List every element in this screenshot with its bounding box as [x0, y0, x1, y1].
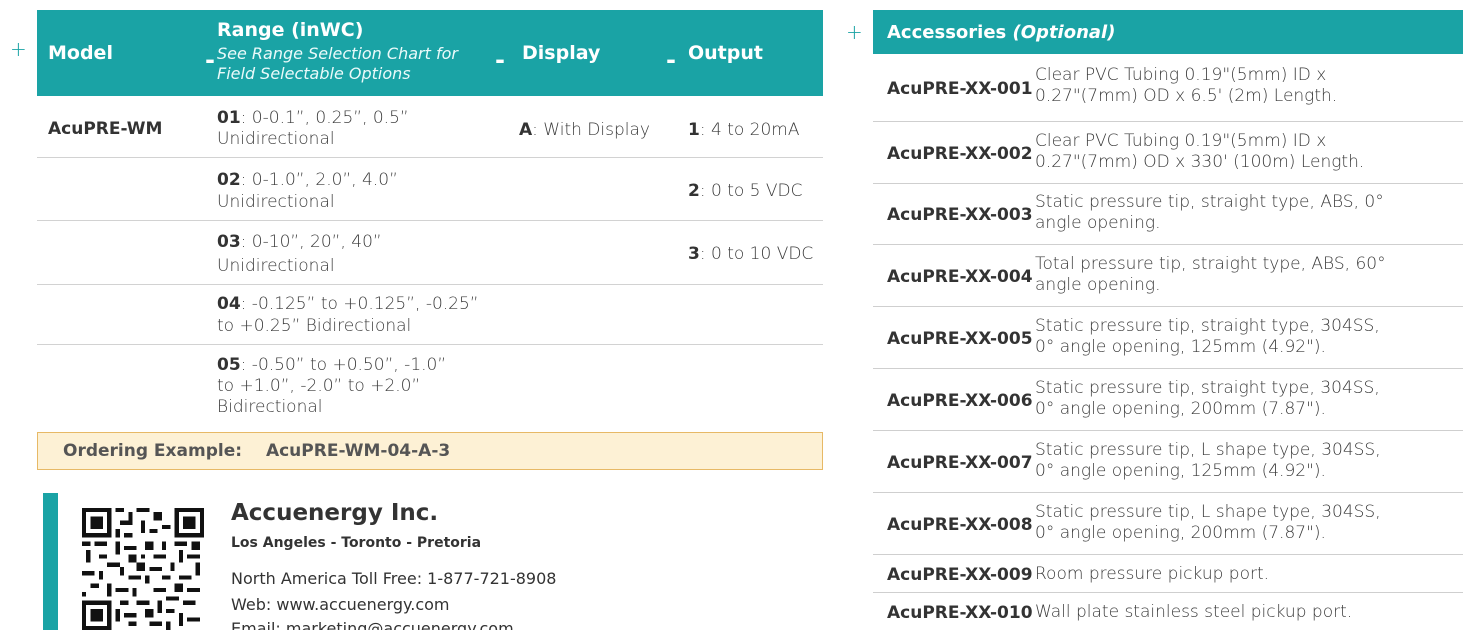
accessory-desc-line2: 0° angle opening, 200mm (7.87"). — [1035, 399, 1326, 419]
accent-bar — [43, 493, 58, 630]
accessory-code: AcuPRE-XX-001 — [887, 79, 1033, 99]
accessory-desc: Total pressure tip, straight type, ABS, … — [1035, 254, 1386, 274]
table-row: AcuPRE-XX-007 Static pressure tip, L sha… — [873, 431, 1463, 493]
header-separator: - — [666, 46, 676, 74]
range-option-type: Unidirectional — [217, 192, 335, 212]
accessory-desc-line2: angle opening. — [1035, 213, 1161, 233]
output-option: 1: 4 to 20mA — [688, 120, 800, 140]
table-row: 05: -0.50” to +0.50”, -1.0” to +1.0”, -2… — [37, 345, 823, 431]
accessory-code: AcuPRE-XX-005 — [887, 329, 1033, 349]
table-row: 04: -0.125” to +0.125”, -0.25” to +0.25”… — [37, 285, 823, 345]
model-name: AcuPRE-WM — [48, 119, 163, 139]
range-option: 01: 0-0.1”, 0.25”, 0.5” — [217, 108, 409, 128]
range-option-line: to +1.0”, -2.0” to +2.0” — [217, 376, 421, 396]
accessory-code: AcuPRE-XX-003 — [887, 205, 1033, 225]
header-range: Range (inWC) — [217, 19, 364, 41]
accessory-desc-line2: 0° angle opening, 200mm (7.87"). — [1035, 523, 1326, 543]
header-output: Output — [688, 42, 763, 64]
accessory-desc: Clear PVC Tubing 0.19"(5mm) ID x — [1035, 131, 1327, 151]
output-option: 3: 0 to 10 VDC — [688, 244, 814, 264]
table-row: AcuPRE-XX-010 Wall plate stainless steel… — [873, 593, 1463, 630]
header-separator: - — [205, 46, 215, 74]
range-option: 03: 0-10”, 20”, 40” — [217, 232, 382, 252]
ordering-example-code: AcuPRE-WM-04-A-3 — [265, 441, 451, 461]
accessory-desc-line2: 0° angle opening, 125mm (4.92"). — [1035, 461, 1326, 481]
company-web[interactable]: Web: www.accuenergy.com — [231, 595, 450, 614]
range-option: 04: -0.125” to +0.125”, -0.25” — [217, 294, 479, 314]
range-option: 05: -0.50” to +0.50”, -1.0” — [217, 355, 447, 375]
table-row: AcuPRE-XX-004 Total pressure tip, straig… — [873, 245, 1463, 307]
table-row: 03: 0-10”, 20”, 40” Unidirectional 3: 0 … — [37, 221, 823, 285]
accessories-title: Accessories — [887, 22, 1007, 43]
accessory-desc: Static pressure tip, L shape type, 304SS… — [1035, 440, 1381, 460]
ordering-example: Ordering Example: AcuPRE-WM-04-A-3 — [37, 432, 823, 470]
accessory-code: AcuPRE-XX-006 — [887, 391, 1033, 411]
accessory-desc: Wall plate stainless steel pickup port. — [1035, 602, 1353, 622]
accessory-desc: Static pressure tip, L shape type, 304SS… — [1035, 502, 1381, 522]
accessory-desc: Static pressure tip, straight type, 304S… — [1035, 316, 1380, 336]
accessory-desc: Room pressure pickup port. — [1035, 564, 1270, 584]
table-row: 02: 0-1.0”, 2.0”, 4.0” Unidirectional 2:… — [37, 158, 823, 221]
accessory-code: AcuPRE-XX-004 — [887, 267, 1033, 287]
ordering-example-label: Ordering Example: — [63, 441, 243, 461]
table-row: AcuPRE-XX-003 Static pressure tip, strai… — [873, 184, 1463, 245]
range-option-type: to +0.25” Bidirectional — [217, 316, 412, 336]
header-display: Display — [522, 42, 601, 64]
table-row: AcuPRE-WM 01: 0-0.1”, 0.25”, 0.5” Unidir… — [37, 96, 823, 158]
ordering-table-header: Model - Range (inWC) See Range Selection… — [37, 10, 823, 96]
table-row: AcuPRE-XX-006 Static pressure tip, strai… — [873, 369, 1463, 431]
accessory-code: AcuPRE-XX-007 — [887, 453, 1033, 473]
accessory-desc-line2: 0.27"(7mm) OD x 6.5' (2m) Length. — [1035, 86, 1338, 106]
accessories-header: Accessories (Optional) — [873, 10, 1463, 54]
expand-plus-icon[interactable]: + — [846, 22, 863, 42]
table-row: AcuPRE-XX-002 Clear PVC Tubing 0.19"(5mm… — [873, 122, 1463, 184]
table-row: AcuPRE-XX-001 Clear PVC Tubing 0.19"(5mm… — [873, 54, 1463, 122]
display-option: A: With Display — [519, 120, 650, 140]
expand-plus-icon[interactable]: + — [10, 39, 27, 59]
accessory-desc-line2: 0.27"(7mm) OD x 330' (100m) Length. — [1035, 152, 1365, 172]
accessory-desc-line2: angle opening. — [1035, 275, 1161, 295]
range-option: 02: 0-1.0”, 2.0”, 4.0” — [217, 170, 398, 190]
table-row: AcuPRE-XX-005 Static pressure tip, strai… — [873, 307, 1463, 369]
accessory-code: AcuPRE-XX-002 — [887, 144, 1033, 164]
header-separator: - — [495, 46, 505, 74]
output-option: 2: 0 to 5 VDC — [688, 181, 803, 201]
range-option-type: Unidirectional — [217, 256, 335, 276]
header-model: Model — [48, 42, 113, 64]
company-toll-free: North America Toll Free: 1-877-721-8908 — [231, 569, 557, 588]
accessory-code: AcuPRE-XX-008 — [887, 515, 1033, 535]
company-name: Accuenergy Inc. — [231, 500, 439, 526]
company-email[interactable]: Email: marketing@accuenergy.com — [231, 619, 514, 630]
range-option-type: Bidirectional — [217, 397, 323, 417]
range-option-type: Unidirectional — [217, 129, 335, 149]
accessory-desc-line2: 0° angle opening, 125mm (4.92"). — [1035, 337, 1326, 357]
accessory-desc: Static pressure tip, straight type, 304S… — [1035, 378, 1380, 398]
accessory-code: AcuPRE-XX-010 — [887, 603, 1033, 623]
header-range-subtitle: See Range Selection Chart for Field Sele… — [217, 44, 458, 83]
accessories-title-note: (Optional) — [1012, 22, 1116, 43]
accessory-desc: Static pressure tip, straight type, ABS,… — [1035, 192, 1384, 212]
table-row: AcuPRE-XX-008 Static pressure tip, L sha… — [873, 493, 1463, 555]
table-row: AcuPRE-XX-009 Room pressure pickup port. — [873, 555, 1463, 593]
company-cities: Los Angeles - Toronto - Pretoria — [231, 535, 482, 551]
accessory-code: AcuPRE-XX-009 — [887, 565, 1033, 585]
accessory-desc: Clear PVC Tubing 0.19"(5mm) ID x — [1035, 65, 1327, 85]
qr-code-icon — [82, 508, 204, 630]
